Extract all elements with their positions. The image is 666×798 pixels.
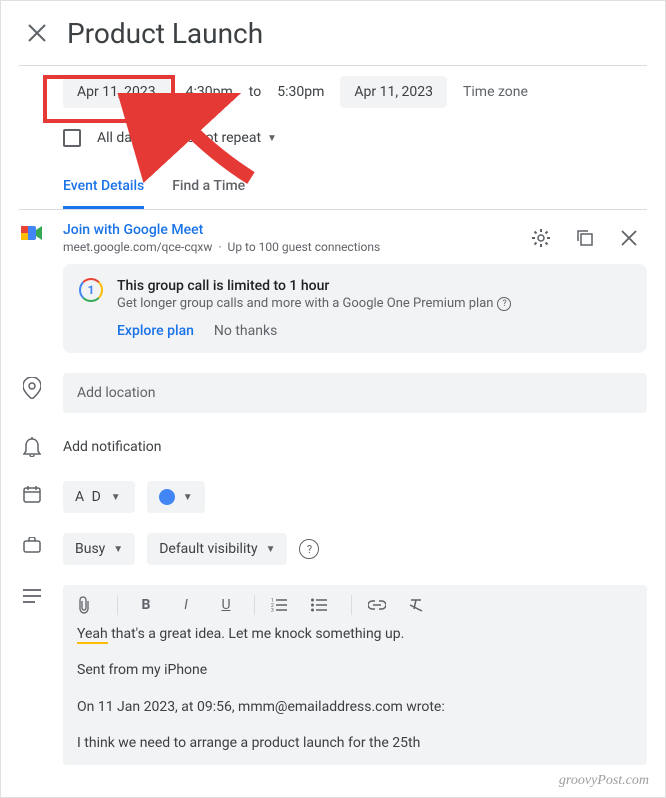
to-label: to (249, 84, 261, 100)
watermark: groovyPost.com (559, 773, 649, 789)
repeat-label: Does not repeat (162, 130, 261, 146)
availability-dropdown[interactable]: Busy ▼ (63, 533, 135, 565)
info-title: This group call is limited to 1 hour (117, 278, 511, 294)
google-one-icon: 1 (79, 278, 103, 302)
all-day-checkbox[interactable] (63, 129, 81, 147)
add-notification-button[interactable]: Add notification (63, 433, 647, 461)
calendar-dropdown[interactable]: A D ▼ (63, 481, 135, 513)
clear-formatting-button[interactable] (408, 597, 432, 613)
google-one-info-box: 1 This group call is limited to 1 hour G… (63, 264, 647, 353)
color-swatch (159, 489, 175, 505)
timezone-button[interactable]: Time zone (459, 76, 532, 108)
tab-find-a-time[interactable]: Find a Time (172, 178, 245, 209)
meet-url: meet.google.com/qce-cqxw (63, 240, 212, 254)
no-thanks-button[interactable]: No thanks (214, 323, 277, 339)
chevron-down-icon: ▼ (111, 492, 123, 503)
attachment-button[interactable] (77, 596, 101, 614)
end-date-field[interactable]: Apr 11, 2023 (340, 76, 447, 108)
explore-plan-button[interactable]: Explore plan (117, 323, 194, 339)
close-button[interactable] (13, 9, 61, 57)
underline-button[interactable]: U (214, 597, 238, 613)
color-dropdown[interactable]: ▼ (147, 481, 205, 513)
all-day-label[interactable]: All day (97, 130, 138, 146)
availability-label: Busy (75, 541, 105, 557)
chevron-down-icon: ▼ (266, 544, 276, 555)
chevron-down-icon: ▼ (113, 544, 123, 555)
link-button[interactable] (368, 600, 392, 610)
copy-meet-link-button[interactable] (567, 220, 603, 256)
start-date-field[interactable]: Apr 11, 2023 (63, 76, 170, 108)
meet-icon (19, 220, 45, 242)
description-text[interactable]: Yeah that's a great idea. Let me knock s… (77, 623, 633, 755)
end-time-field[interactable]: 5:30pm (273, 76, 328, 108)
repeat-dropdown[interactable]: Does not repeat ▼ (154, 126, 285, 150)
svg-text:3: 3 (271, 608, 274, 612)
join-meet-link[interactable]: Join with Google Meet (63, 222, 380, 238)
description-icon (19, 585, 45, 603)
chevron-down-icon: ▼ (267, 133, 277, 144)
info-help-icon[interactable]: ? (497, 297, 511, 311)
calendar-name: A D (75, 489, 103, 505)
tab-event-details[interactable]: Event Details (63, 178, 144, 209)
info-subtitle: Get longer group calls and more with a G… (117, 296, 493, 311)
bold-button[interactable]: B (134, 597, 158, 613)
meet-settings-button[interactable] (523, 220, 559, 256)
start-time-field[interactable]: 4:30pm (182, 76, 237, 108)
event-title[interactable]: Product Launch (67, 17, 263, 50)
notification-icon (19, 433, 45, 457)
italic-button[interactable]: I (174, 597, 198, 613)
visibility-label: Default visibility (159, 541, 257, 557)
meet-guests-label: Up to 100 guest connections (228, 240, 381, 254)
description-editor[interactable]: B I U 123 Yeah that's a great idea. Let … (63, 585, 647, 765)
remove-meet-button[interactable] (611, 220, 647, 256)
visibility-help-icon[interactable]: ? (299, 539, 319, 559)
bullet-list-button[interactable] (311, 598, 335, 612)
briefcase-icon (19, 533, 45, 553)
visibility-dropdown[interactable]: Default visibility ▼ (147, 533, 287, 565)
numbered-list-button[interactable]: 123 (271, 598, 295, 612)
location-icon (19, 373, 45, 399)
chevron-down-icon: ▼ (183, 492, 193, 503)
location-input[interactable]: Add location (63, 373, 647, 413)
calendar-icon (19, 481, 45, 503)
